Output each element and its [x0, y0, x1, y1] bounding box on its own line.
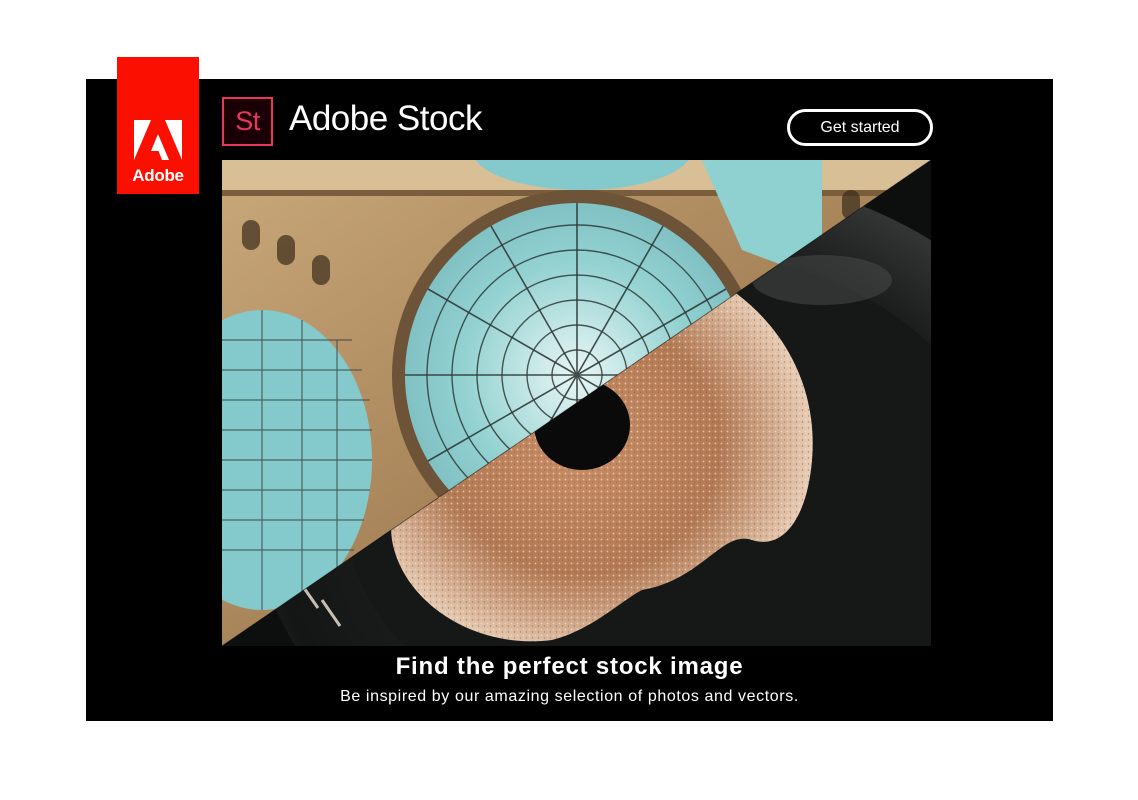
app-icon-letters: St	[235, 106, 260, 136]
adobe-a-icon	[134, 120, 182, 160]
hero-image[interactable]	[222, 160, 931, 646]
adobe-logo-tag[interactable]: Adobe	[117, 57, 199, 194]
page-canvas: Adobe St Adobe Stock Get started Find th…	[0, 0, 1138, 800]
stock-photo-collage-image	[222, 160, 931, 646]
adobe-stock-app-icon: St	[222, 97, 273, 146]
get-started-button[interactable]: Get started	[787, 109, 933, 146]
subheadline: Be inspired by our amazing selection of …	[340, 688, 799, 705]
headline: Find the perfect stock image	[395, 653, 744, 680]
product-title: Adobe Stock	[289, 99, 482, 138]
adobe-wordmark: Adobe	[132, 166, 184, 185]
